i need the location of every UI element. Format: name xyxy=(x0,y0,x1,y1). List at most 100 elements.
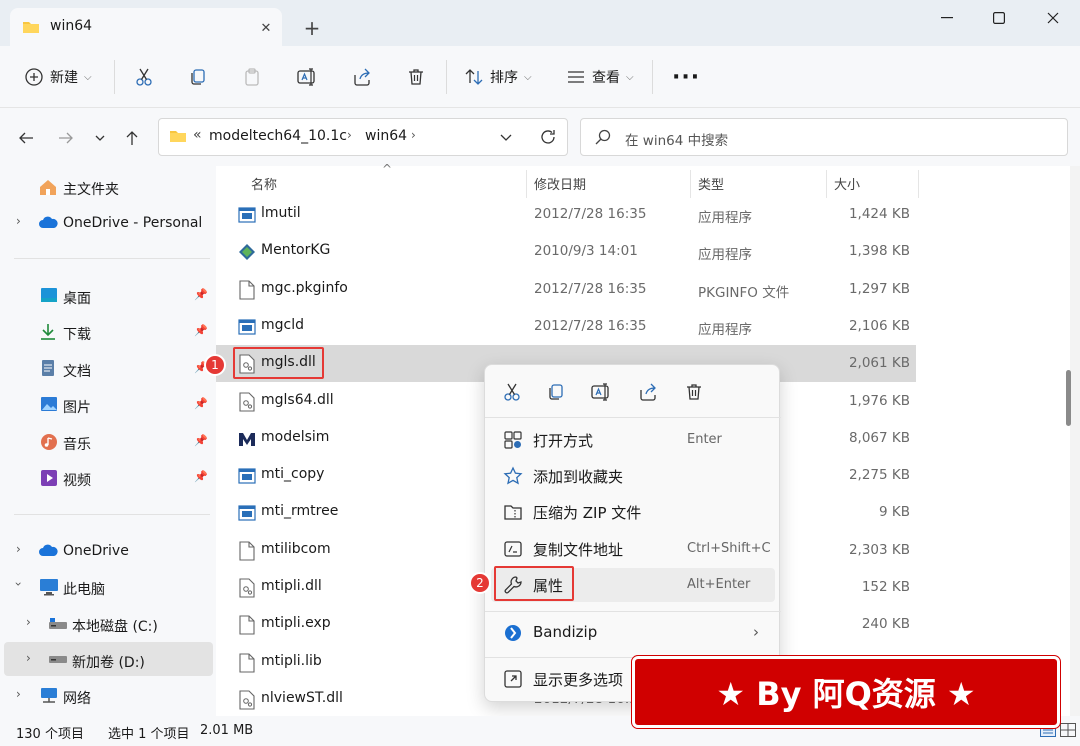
computer-icon xyxy=(39,578,59,596)
trash-icon xyxy=(409,69,423,85)
menu-item-bandizip[interactable]: Bandizip › xyxy=(491,616,775,650)
file-size: 2,303 KB xyxy=(848,541,910,558)
menu-item-copy-path[interactable]: 复制文件地址 Ctrl+Shift+C xyxy=(491,532,775,566)
nav-item-downloads[interactable]: 下载 📌 xyxy=(0,314,216,348)
file-row[interactable]: mgcld 2012/7/28 16:35 应用程序 2,106 KB xyxy=(216,308,916,345)
pin-icon: 📌 xyxy=(194,397,208,410)
file-icon xyxy=(238,653,256,673)
cut-button[interactable] xyxy=(132,62,156,92)
file-name: mtipli.exp xyxy=(261,615,331,632)
nav-item-drive-d[interactable]: › 新加卷 (D:) xyxy=(4,642,213,676)
column-divider[interactable] xyxy=(690,170,691,198)
column-header-type[interactable]: 类型 xyxy=(698,174,724,193)
scrollbar-thumb[interactable] xyxy=(1066,370,1071,426)
file-type: 应用程序 xyxy=(698,210,752,226)
nav-item-network[interactable]: › 网络 xyxy=(0,678,216,712)
dll-icon xyxy=(238,578,256,598)
file-row[interactable]: MentorKG 2010/9/3 14:01 应用程序 1,398 KB xyxy=(216,233,916,270)
new-button[interactable]: 新建 ⌵ xyxy=(24,62,92,92)
nav-item-music[interactable]: 音乐 📌 xyxy=(0,424,216,458)
column-divider[interactable] xyxy=(526,170,527,198)
more-options-button[interactable]: ··· xyxy=(672,62,700,92)
file-name: mti_copy xyxy=(261,466,325,483)
file-row[interactable]: mgc.pkginfo 2012/7/28 16:35 PKGINFO 文件 1,29… xyxy=(216,271,916,308)
nav-item-desktop[interactable]: 桌面 📌 xyxy=(0,278,216,312)
copy-button[interactable] xyxy=(186,62,210,92)
nav-item-drive-c[interactable]: › 本地磁盘 (C:) xyxy=(0,606,216,640)
delete-button[interactable] xyxy=(404,62,428,92)
selection-size: 2.01 MB xyxy=(200,723,254,738)
column-header-modified[interactable]: 修改日期 xyxy=(534,174,586,193)
file-name: lmutil xyxy=(261,205,301,221)
scissors-icon xyxy=(136,68,152,86)
up-button[interactable] xyxy=(120,126,144,150)
refresh-button[interactable] xyxy=(539,128,557,146)
nav-label: 新加卷 (D:) xyxy=(72,655,145,671)
nav-item-videos[interactable]: 视频 📌 xyxy=(0,460,216,494)
chevron-right-icon[interactable]: › xyxy=(16,687,21,701)
delete-button[interactable] xyxy=(681,379,707,405)
column-divider[interactable] xyxy=(918,170,919,198)
maximize-button[interactable] xyxy=(984,6,1014,30)
nav-item-pictures[interactable]: 图片 📌 xyxy=(0,387,216,421)
chevron-right-icon[interactable]: › xyxy=(26,651,31,665)
minimize-button[interactable] xyxy=(932,6,962,30)
paste-button[interactable] xyxy=(240,62,264,92)
nav-item-home[interactable]: 主文件夹 xyxy=(0,169,216,203)
nav-label: 本地磁盘 (C:) xyxy=(72,619,158,635)
menu-item-open-with[interactable]: 打开方式 Enter xyxy=(491,423,775,457)
open-with-icon xyxy=(503,430,523,450)
breadcrumb-item[interactable]: modeltech64_10.1c xyxy=(209,128,347,144)
cut-button[interactable] xyxy=(499,379,525,405)
share-button[interactable] xyxy=(350,62,374,92)
close-window-button[interactable] xyxy=(1038,6,1068,30)
exe-icon xyxy=(238,466,256,486)
column-header-name[interactable]: 名称 xyxy=(251,174,277,193)
menu-item-compress-zip[interactable]: 压缩为 ZIP 文件 xyxy=(491,495,775,529)
file-size: 1,398 KB xyxy=(848,243,910,260)
chevron-right-icon[interactable]: › xyxy=(16,542,21,556)
tab-win64[interactable]: win64 ✕ xyxy=(10,8,282,46)
sort-button[interactable]: 排序 ⌵ xyxy=(464,62,532,92)
file-row[interactable]: lmutil 2012/7/28 16:35 应用程序 1,424 KB xyxy=(216,196,916,233)
rename-button[interactable] xyxy=(589,379,615,405)
column-divider[interactable] xyxy=(826,170,827,198)
star-icon xyxy=(503,466,523,486)
nav-item-this-pc[interactable]: › 此电脑 xyxy=(0,569,216,603)
address-bar[interactable]: « modeltech64_10.1c › win64 › xyxy=(158,118,568,156)
menu-item-add-to-favorites[interactable]: 添加到收藏夹 xyxy=(491,459,775,493)
nav-label: 桌面 xyxy=(63,291,91,307)
search-input[interactable]: 在 win64 中搜索 xyxy=(580,118,1068,156)
chevron-right-icon: › xyxy=(753,623,759,641)
breadcrumb-overflow[interactable]: « xyxy=(193,127,202,143)
chevron-down-icon[interactable]: › xyxy=(11,582,25,587)
breadcrumb-item[interactable]: win64 xyxy=(365,128,407,144)
share-button[interactable] xyxy=(635,379,661,405)
address-history-button[interactable] xyxy=(499,130,513,144)
close-tab-icon[interactable]: ✕ xyxy=(256,18,276,38)
file-size: 2,275 KB xyxy=(848,467,910,484)
forward-button[interactable] xyxy=(54,126,78,150)
back-button[interactable] xyxy=(14,126,38,150)
chevron-right-icon[interactable]: › xyxy=(26,615,31,629)
new-tab-button[interactable]: + xyxy=(302,16,322,40)
nav-label: 视频 xyxy=(63,473,91,489)
rename-button[interactable] xyxy=(296,62,320,92)
view-button[interactable]: 查看 ⌵ xyxy=(566,62,634,92)
column-header-size[interactable]: 大小 xyxy=(834,174,860,193)
nav-item-onedrive-personal[interactable]: › OneDrive - Personal xyxy=(0,205,216,239)
file-type: 应用程序 xyxy=(698,247,752,264)
file-size: 1,297 KB xyxy=(848,280,910,297)
menu-item-label: 显示更多选项 xyxy=(533,671,624,689)
tiles-view-icon[interactable] xyxy=(1060,723,1076,737)
view-list-icon xyxy=(566,67,586,87)
nav-item-documents[interactable]: 文档 📌 xyxy=(0,351,216,385)
recent-locations-button[interactable] xyxy=(88,126,112,150)
file-size: 240 KB xyxy=(861,616,910,633)
nav-item-onedrive[interactable]: › OneDrive xyxy=(0,533,216,567)
nav-label: 文档 xyxy=(63,364,91,380)
chevron-right-icon[interactable]: › xyxy=(16,214,21,228)
refresh-icon xyxy=(541,130,555,144)
copy-button[interactable] xyxy=(543,379,569,405)
chevron-down-icon xyxy=(500,134,512,141)
